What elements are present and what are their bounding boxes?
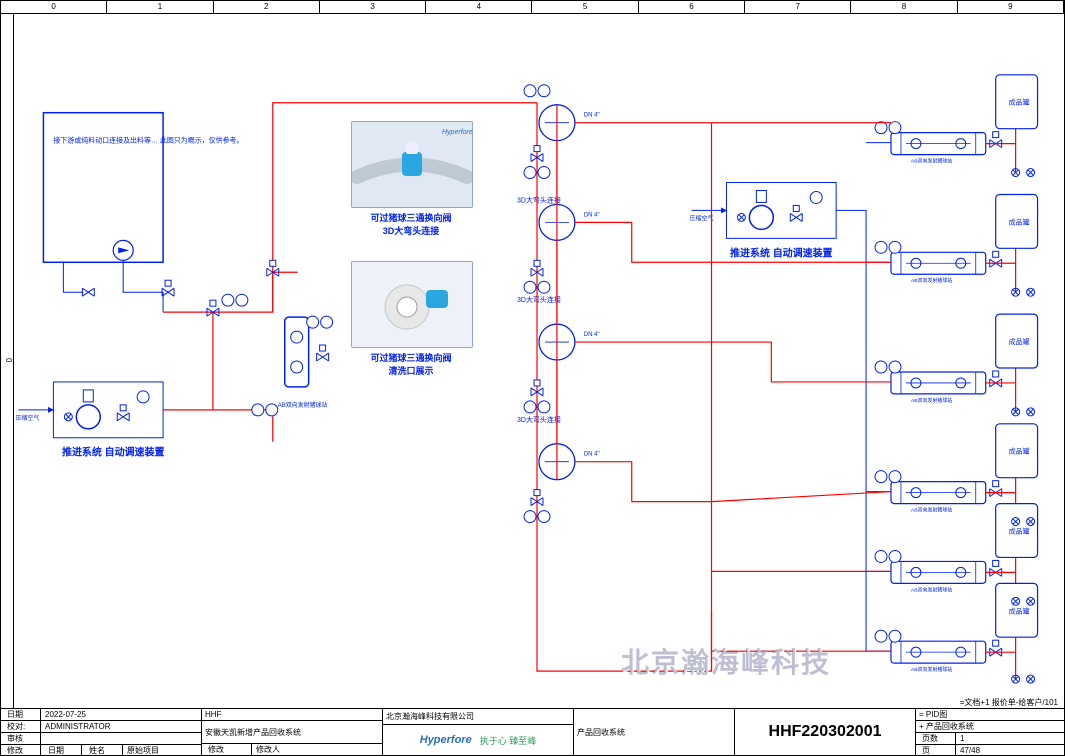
pig-launcher-vert [285, 317, 309, 387]
svg-text:DN 4": DN 4" [584, 332, 600, 338]
svg-text:成品罐: 成品罐 [1009, 527, 1030, 536]
launcher-label-v: AB双向发射猪球站 [278, 401, 328, 409]
svg-text:AB双向发射猪球站: AB双向发射猪球站 [911, 586, 952, 593]
company-name: 北京瀚海峰科技有限公司 [386, 711, 474, 722]
air-header-right [836, 143, 891, 652]
svg-text:AB双向发射猪球站: AB双向发射猪球站 [911, 277, 952, 284]
air-in-label-1: 压缩空气 [16, 414, 40, 422]
elbow-label-1: 3D大弯头连接 [517, 195, 561, 204]
svg-text:成品罐: 成品罐 [1009, 447, 1030, 456]
svg-text:成品罐: 成品罐 [1009, 98, 1030, 107]
svg-text:成品罐: 成品罐 [1009, 606, 1030, 615]
svg-text:AB双向发射猪球站: AB双向发射猪球站 [911, 666, 952, 673]
title-block: 日期2022-07-25 校对:ADMINISTRATOR 审核 修改日期姓名原… [1, 708, 1064, 755]
photo-3d-elbow: Hyperfore [351, 121, 473, 208]
product-tanks: 成品罐 成品罐 成品罐 成品罐 成品罐 成品罐 [996, 75, 1038, 637]
drawing-number: HHF220302001 [769, 723, 882, 741]
source-tank [43, 113, 163, 263]
svg-text:AB双向发射猪球站: AB双向发射猪球站 [911, 507, 952, 514]
svg-text:Hyperfore: Hyperfore [442, 129, 472, 136]
svg-text:成品罐: 成品罐 [1009, 217, 1030, 226]
sheet-path: =文档+1 报价单-给客户/101 [960, 697, 1058, 708]
elbow-label-3: 3D大弯头连接 [517, 415, 561, 424]
svg-text:DN 4": DN 4" [584, 113, 600, 119]
launcher-rows [875, 122, 1002, 663]
prop-sys-label-2: 推进系统 自动调速装置 [730, 246, 832, 259]
drawing-title: 产品回收系统 [577, 727, 625, 738]
photo-cleanport [351, 261, 473, 348]
center-manifold [537, 103, 711, 671]
prop-sys-label-1: 推进系统 自动调速装置 [62, 446, 164, 459]
regulator-2 [726, 183, 836, 239]
svg-text:AB双向发射猪球站: AB双向发射猪球站 [911, 397, 952, 404]
launcher-labels: AB双向发射猪球站 AB双向发射猪球站 AB双向发射猪球站 AB双向发射猪球站 … [911, 158, 952, 674]
threeway-specs: DN 4" DN 4" DN 4" DN 4" [584, 113, 600, 458]
drawing-sheet: 0123456789 0 [0, 0, 1065, 756]
elbow-label-2: 3D大弯头连接 [517, 295, 561, 304]
svg-text:DN 4": DN 4" [584, 452, 600, 458]
photo2-caption: 可过猪球三通换向阀 清洗口展示 [351, 351, 471, 377]
svg-text:AB双向发射猪球站: AB双向发射猪球站 [911, 158, 952, 165]
logo: Hyperfore [420, 734, 472, 746]
regulator-1 [53, 382, 163, 438]
tank-note: 接下游或纯料动口连接及出料等… 此图只为概示，仅供参考。 [53, 136, 243, 145]
svg-text:成品罐: 成品罐 [1009, 337, 1030, 346]
svg-text:DN 4": DN 4" [584, 212, 600, 218]
pid-canvas: 接下游或纯料动口连接及出料等… 此图只为概示，仅供参考。 推进系统 自动调速装置… [13, 13, 1064, 709]
page-number: 47/48 [960, 746, 980, 755]
air-in-label-2: 压缩空气 [690, 214, 714, 222]
photo1-caption: 可过猪球三通换向阀 3D大弯头连接 [351, 211, 471, 237]
pid-svg: 接下游或纯料动口连接及出料等… 此图只为概示，仅供参考。 推进系统 自动调速装置… [13, 13, 1064, 709]
